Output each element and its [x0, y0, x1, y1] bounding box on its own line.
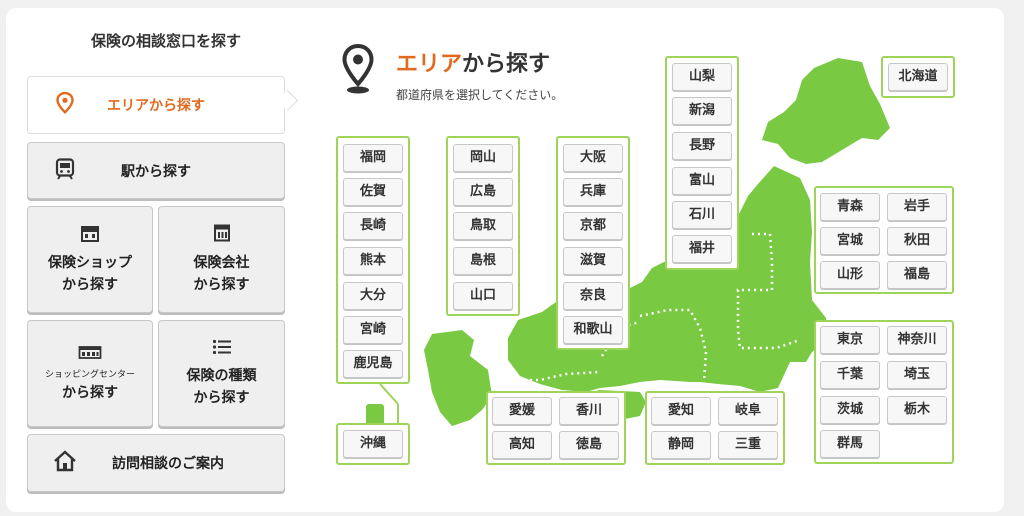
pref-nara[interactable]: 奈良 [563, 282, 623, 310]
pref-wakayama[interactable]: 和歌山 [563, 316, 623, 344]
pref-okinawa[interactable]: 沖縄 [343, 430, 403, 458]
pref-oita[interactable]: 大分 [343, 282, 403, 310]
pref-fukuoka[interactable]: 福岡 [343, 144, 403, 172]
pref-kagoshima[interactable]: 鹿児島 [343, 350, 403, 378]
pref-iwate[interactable]: 岩手 [887, 193, 947, 221]
pref-tochigi[interactable]: 栃木 [887, 396, 947, 424]
pref-niigata[interactable]: 新潟 [672, 97, 732, 125]
pref-aomori[interactable]: 青森 [820, 193, 880, 221]
pref-kagawa[interactable]: 香川 [559, 397, 619, 425]
pref-fukushima[interactable]: 福島 [887, 261, 947, 289]
pref-gunma[interactable]: 群馬 [820, 430, 880, 458]
pref-saga[interactable]: 佐賀 [343, 178, 403, 206]
pref-saitama[interactable]: 埼玉 [887, 361, 947, 389]
pref-yamaguchi[interactable]: 山口 [453, 282, 513, 310]
pref-nagasaki[interactable]: 長崎 [343, 212, 403, 240]
pref-fukui[interactable]: 福井 [672, 235, 732, 263]
pref-akita[interactable]: 秋田 [887, 227, 947, 255]
pref-okayama[interactable]: 岡山 [453, 144, 513, 172]
pref-hyogo[interactable]: 兵庫 [563, 178, 623, 206]
pref-shiga[interactable]: 滋賀 [563, 247, 623, 275]
pref-toyama[interactable]: 富山 [672, 167, 732, 195]
pref-tottori[interactable]: 鳥取 [453, 212, 513, 240]
pref-kyoto[interactable]: 京都 [563, 212, 623, 240]
pref-hiroshima[interactable]: 広島 [453, 178, 513, 206]
pref-kochi[interactable]: 高知 [492, 431, 552, 459]
pref-ishikawa[interactable]: 石川 [672, 201, 732, 229]
pref-gifu[interactable]: 岐阜 [718, 397, 778, 425]
pref-ehime[interactable]: 愛媛 [492, 397, 552, 425]
pref-shizuoka[interactable]: 静岡 [651, 431, 711, 459]
pref-miyazaki[interactable]: 宮崎 [343, 316, 403, 344]
pref-yamanashi[interactable]: 山梨 [672, 63, 732, 91]
pref-aichi[interactable]: 愛知 [651, 397, 711, 425]
pref-yamagata[interactable]: 山形 [820, 261, 880, 289]
pref-mie[interactable]: 三重 [718, 431, 778, 459]
pref-tokushima[interactable]: 徳島 [559, 431, 619, 459]
pref-nagano[interactable]: 長野 [672, 132, 732, 160]
pref-osaka[interactable]: 大阪 [563, 144, 623, 172]
pref-miyagi[interactable]: 宮城 [820, 227, 880, 255]
pref-kanagawa[interactable]: 神奈川 [887, 326, 947, 354]
pref-ibaraki[interactable]: 茨城 [820, 396, 880, 424]
pref-kumamoto[interactable]: 熊本 [343, 247, 403, 275]
pref-hokkaido[interactable]: 北海道 [888, 63, 948, 91]
pref-tokyo[interactable]: 東京 [820, 326, 880, 354]
pref-chiba[interactable]: 千葉 [820, 361, 880, 389]
pref-shimane[interactable]: 島根 [453, 247, 513, 275]
